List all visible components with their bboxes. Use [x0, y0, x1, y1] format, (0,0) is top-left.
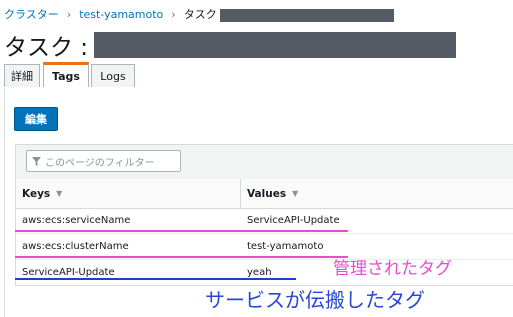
managed-tags-annotation: 管理されたタグ	[333, 259, 452, 279]
tab-logs[interactable]: Logs	[91, 64, 135, 87]
managed-tag-underline	[15, 230, 348, 232]
tag-value: yeah	[247, 267, 272, 278]
redacted-task-id	[219, 8, 394, 22]
column-header-keys-label: Keys	[22, 187, 51, 200]
column-header-keys[interactable]: Keys ▼	[22, 179, 62, 208]
breadcrumb: クラスター › test-yamamoto › タスク	[4, 6, 394, 22]
breadcrumb-clusters-link[interactable]: クラスター	[4, 6, 59, 22]
tag-key: ServiceAPI-Update	[22, 267, 115, 278]
filter-icon	[32, 156, 41, 166]
tab-bar: 詳細 Tags Logs	[4, 62, 513, 89]
column-divider	[240, 179, 241, 208]
breadcrumb-separator: ›	[171, 7, 176, 21]
filter-bar: このページのフィルター	[16, 145, 513, 180]
column-header-values-label: Values	[247, 187, 287, 200]
tab-tags[interactable]: Tags	[43, 62, 89, 87]
filter-input[interactable]: このページのフィルター	[26, 150, 181, 172]
sort-caret-icon: ▼	[292, 189, 299, 198]
propagated-tag-underline	[15, 278, 296, 280]
column-header-values[interactable]: Values ▼	[247, 179, 298, 208]
page-title: タスク :	[4, 28, 457, 62]
propagated-tags-annotation: サービスが伝搬したタグ	[205, 288, 425, 312]
breadcrumb-current-task: タスク	[183, 8, 217, 21]
managed-tag-underline	[15, 256, 348, 258]
edit-button[interactable]: 編集	[14, 107, 58, 131]
sort-caret-icon: ▼	[56, 189, 63, 198]
filter-placeholder: このページのフィルター	[45, 157, 155, 169]
redacted-task-name	[94, 32, 457, 58]
table-header: Keys ▼ Values ▼	[16, 179, 513, 209]
tab-details[interactable]: 詳細	[4, 64, 40, 87]
breadcrumb-separator: ›	[66, 7, 72, 21]
page-title-text: タスク :	[4, 35, 89, 61]
breadcrumb-cluster-link[interactable]: test-yamamoto	[79, 8, 163, 21]
